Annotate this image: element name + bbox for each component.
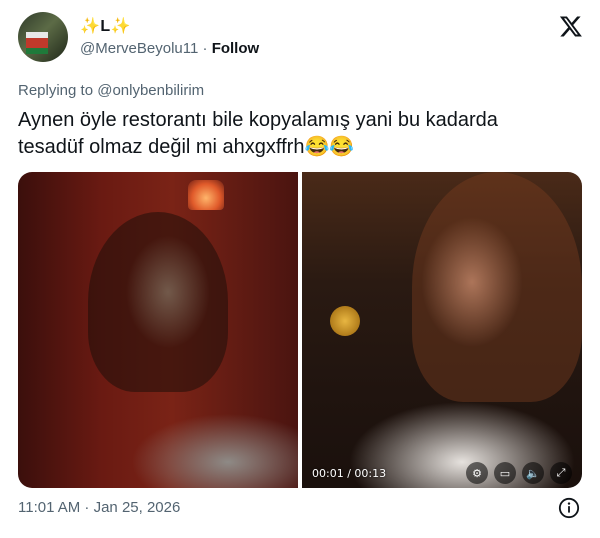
separator: ·: [202, 40, 208, 57]
tweet-text-line: tesadüf olmaz değil mi ahxgxffrh😂😂: [18, 136, 355, 158]
person-silhouette: [412, 172, 582, 402]
author-handle-row: @MerveBeyolu11 · Follow: [80, 40, 259, 57]
video-controls: ⚙ ▭ 🔈 ⤢: [466, 462, 572, 484]
reply-mention-link[interactable]: @onlybenbilirim: [97, 82, 204, 99]
mute-icon[interactable]: 🔈: [522, 462, 544, 484]
author-handle[interactable]: @MerveBeyolu11: [80, 40, 198, 57]
avatar-flag-stripe: [26, 38, 48, 48]
media-grid: 00:01 / 00:13 ⚙ ▭ 🔈 ⤢: [18, 172, 582, 488]
tweet-timestamp[interactable]: 11:01 AM · Jan 25, 2026: [18, 499, 180, 516]
x-logo-icon[interactable]: [558, 14, 584, 38]
tweet-text-line: Aynen öyle restorantı bile kopyalamış ya…: [18, 109, 498, 131]
author-avatar[interactable]: [18, 12, 68, 62]
photo-left[interactable]: [18, 172, 298, 488]
info-icon[interactable]: [558, 497, 580, 519]
avatar-flag-stripe: [26, 48, 48, 54]
author-display-name[interactable]: ✨L✨: [80, 16, 131, 36]
lotus-ornament: [330, 306, 360, 336]
airplay-icon[interactable]: ▭: [494, 462, 516, 484]
settings-icon[interactable]: ⚙: [466, 462, 488, 484]
video-controls-bar: 00:01 / 00:13 ⚙ ▭ 🔈 ⤢: [302, 458, 582, 488]
replying-to: Replying to @onlybenbilirim: [18, 82, 204, 99]
replying-prefix: Replying to: [18, 82, 94, 99]
tweet-text: Aynen öyle restorantı bile kopyalamış ya…: [18, 107, 578, 161]
person-silhouette: [88, 212, 228, 392]
video-time: 00:01 / 00:13: [312, 466, 387, 480]
video-player[interactable]: 00:01 / 00:13 ⚙ ▭ 🔈 ⤢: [302, 172, 582, 488]
lamp-shape: [188, 180, 224, 210]
fullscreen-icon[interactable]: ⤢: [550, 462, 572, 484]
follow-button[interactable]: Follow: [212, 40, 260, 57]
